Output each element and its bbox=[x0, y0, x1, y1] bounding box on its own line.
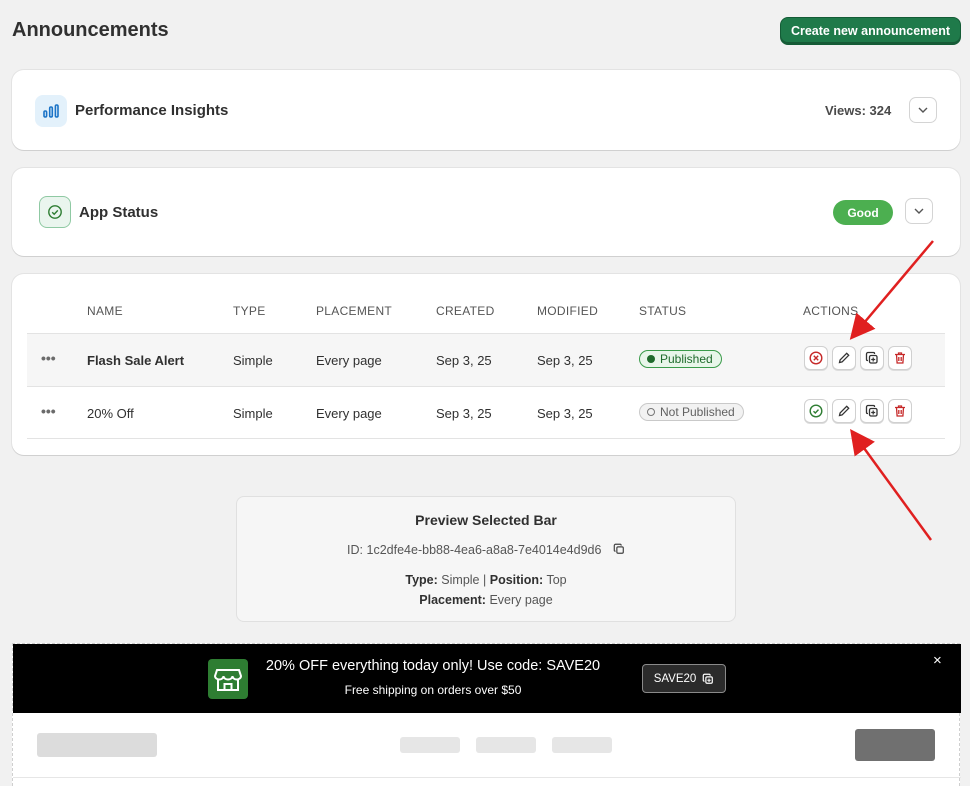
announcement-bar: 20% OFF everything today only! Use code:… bbox=[13, 644, 961, 713]
preview-id: ID: 1c2dfe4e-bb88-4ea6-a8a8-7e4014e4d9d6 bbox=[237, 543, 735, 558]
row-type: Simple bbox=[233, 353, 273, 368]
placement-value: Every page bbox=[489, 593, 553, 607]
duplicate-button[interactable] bbox=[860, 399, 884, 423]
copy-icon bbox=[865, 351, 878, 364]
delete-button[interactable] bbox=[888, 399, 912, 423]
check-circle-icon bbox=[809, 404, 823, 418]
chevron-down-icon bbox=[918, 107, 928, 113]
more-options-icon[interactable]: ••• bbox=[41, 403, 56, 419]
separator: | bbox=[483, 573, 487, 587]
unpublish-button[interactable] bbox=[804, 346, 828, 370]
app-status-title: App Status bbox=[79, 204, 159, 221]
row-name: 20% Off bbox=[87, 406, 134, 421]
bar-chart-icon bbox=[35, 95, 67, 127]
skeleton-nav-item bbox=[400, 737, 460, 753]
performance-insights-title: Performance Insights bbox=[75, 102, 229, 119]
id-value: 1c2dfe4e-bb88-4ea6-a8a8-7e4014e4d9d6 bbox=[366, 543, 602, 557]
skeleton-logo bbox=[37, 733, 157, 757]
header-placement: PLACEMENT bbox=[316, 304, 393, 318]
row-created: Sep 3, 25 bbox=[436, 406, 492, 421]
copy-icon bbox=[613, 543, 624, 555]
page-title: Announcements bbox=[12, 19, 169, 41]
performance-expand-button[interactable] bbox=[909, 97, 937, 123]
header-name: NAME bbox=[87, 304, 123, 318]
position-label: Position: bbox=[489, 573, 544, 587]
status-label: Published bbox=[660, 352, 713, 366]
close-icon[interactable]: × bbox=[933, 652, 942, 669]
announcement-message: 20% OFF everything today only! Use code:… bbox=[265, 658, 601, 674]
duplicate-button[interactable] bbox=[860, 346, 884, 370]
edit-button[interactable] bbox=[832, 399, 856, 423]
store-icon bbox=[208, 659, 248, 699]
row-modified: Sep 3, 25 bbox=[537, 353, 593, 368]
preview-title: Preview Selected Bar bbox=[415, 512, 557, 528]
header-created: CREATED bbox=[436, 304, 495, 318]
copy-icon bbox=[865, 404, 878, 417]
pencil-icon bbox=[838, 352, 850, 364]
row-created: Sep 3, 25 bbox=[436, 353, 492, 368]
row-modified: Sep 3, 25 bbox=[537, 406, 593, 421]
preview-meta: Type: Simple | Position: Top bbox=[237, 573, 735, 587]
preview-placement: Placement: Every page bbox=[237, 593, 735, 607]
status-label: Not Published bbox=[660, 405, 735, 419]
copy-id-button[interactable] bbox=[613, 543, 625, 558]
row-type: Simple bbox=[233, 406, 273, 421]
x-circle-icon bbox=[809, 351, 823, 365]
header-type: TYPE bbox=[233, 304, 266, 318]
app-status-card: App Status Good bbox=[12, 168, 960, 256]
status-badge: Published bbox=[639, 350, 722, 368]
performance-insights-card: Performance Insights Views: 324 bbox=[12, 70, 960, 150]
skeleton-button bbox=[855, 729, 935, 761]
create-announcement-button[interactable]: Create new announcement bbox=[780, 17, 961, 45]
header-actions: ACTIONS bbox=[803, 304, 859, 318]
trash-icon bbox=[895, 352, 905, 364]
copy-code-button[interactable]: SAVE20 bbox=[642, 664, 726, 693]
copy-icon bbox=[702, 673, 714, 684]
table-row[interactable]: ••• 20% Off Simple Every page Sep 3, 25 … bbox=[27, 386, 945, 439]
code-label: SAVE20 bbox=[653, 672, 697, 685]
status-dot-icon bbox=[647, 355, 655, 363]
status-dot-icon bbox=[647, 408, 655, 416]
announcements-table: NAME TYPE PLACEMENT CREATED MODIFIED STA… bbox=[12, 274, 960, 455]
table-row[interactable]: ••• Flash Sale Alert Simple Every page S… bbox=[27, 333, 945, 386]
preview-panel: Preview Selected Bar ID: 1c2dfe4e-bb88-4… bbox=[236, 496, 736, 622]
position-value: Top bbox=[546, 573, 567, 587]
announcement-subtext: Free shipping on orders over $50 bbox=[344, 683, 522, 697]
delete-button[interactable] bbox=[888, 346, 912, 370]
skeleton-nav-item bbox=[552, 737, 612, 753]
status-badge: Not Published bbox=[639, 403, 744, 421]
views-count: Views: 324 bbox=[825, 103, 892, 118]
header-status: STATUS bbox=[639, 304, 687, 318]
more-options-icon[interactable]: ••• bbox=[41, 350, 56, 366]
pencil-icon bbox=[838, 405, 850, 417]
placement-label: Placement: bbox=[419, 593, 486, 607]
chevron-down-icon bbox=[914, 208, 924, 214]
skeleton-nav-item bbox=[476, 737, 536, 753]
divider bbox=[13, 777, 961, 778]
status-expand-button[interactable] bbox=[905, 198, 933, 224]
check-circle-icon bbox=[39, 196, 71, 228]
storefront-preview: 20% OFF everything today only! Use code:… bbox=[12, 643, 961, 786]
header-modified: MODIFIED bbox=[537, 304, 599, 318]
row-name: Flash Sale Alert bbox=[87, 353, 185, 368]
row-placement: Every page bbox=[316, 353, 382, 368]
status-badge: Good bbox=[833, 200, 893, 225]
type-label: Type: bbox=[405, 573, 438, 587]
row-placement: Every page bbox=[316, 406, 382, 421]
type-value: Simple bbox=[441, 573, 480, 587]
id-label: ID: bbox=[347, 543, 364, 557]
publish-button[interactable] bbox=[804, 399, 828, 423]
trash-icon bbox=[895, 405, 905, 417]
edit-button[interactable] bbox=[832, 346, 856, 370]
table-header: NAME TYPE PLACEMENT CREATED MODIFIED STA… bbox=[27, 301, 945, 333]
